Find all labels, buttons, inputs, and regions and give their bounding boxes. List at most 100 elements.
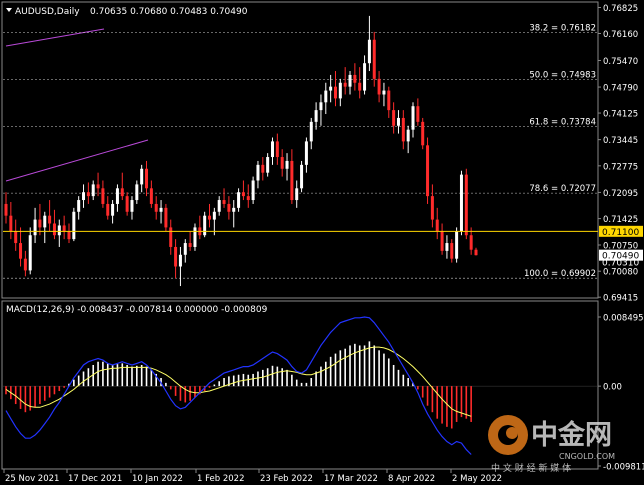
candle-body (72, 211, 76, 240)
watermark-slogan: 中 文 财 经 新 媒 体 (491, 462, 571, 474)
candle-body (241, 192, 245, 197)
chart-canvas[interactable]: AUDUSD,Daily 0.70635 0.70680 0.70483 0.7… (0, 0, 644, 485)
candle-body (363, 63, 367, 91)
candle-body (348, 74, 352, 87)
candle-body (387, 90, 391, 111)
candle-body (174, 246, 178, 267)
candle-body (372, 39, 376, 79)
candle-body (275, 141, 279, 158)
candle-body (309, 121, 313, 142)
candle-body (164, 207, 168, 228)
macd-label: MACD(12,26,9) -0.008437 -0.007814 0.0000… (6, 305, 268, 315)
price-tick-label: 0.72095 (603, 189, 638, 199)
candle-body (96, 184, 100, 189)
macd-signal-line (5, 346, 472, 417)
price-pane-frame (1, 1, 599, 299)
current-price-tag: 0.71100 (599, 225, 643, 238)
candle-body (285, 160, 289, 169)
date-tick-label: 2 May 2022 (452, 474, 502, 484)
date-tick-label: 23 Feb 2022 (260, 474, 313, 484)
fibonacci-levels[interactable]: 38.2 = 0.76182 50.0 = 0.74983 61.8 = 0.737… (3, 24, 598, 280)
price-tick-label: 0.76160 (603, 30, 638, 40)
candle-body (67, 231, 71, 240)
candle-body (125, 196, 129, 212)
candle-body (237, 192, 241, 208)
candle-body (440, 231, 444, 251)
date-tick-label: 8 Apr 2022 (388, 474, 435, 484)
date-tick-label: 17 Dec 2021 (68, 474, 122, 484)
candle-body (314, 110, 318, 122)
candle-body (62, 225, 66, 232)
candle-body (48, 215, 52, 224)
candle-body (38, 219, 42, 228)
fib-level-label: 100.0 = 0.69902 (524, 269, 596, 279)
collapse-triangle-icon[interactable] (6, 8, 12, 12)
candle-body (474, 249, 478, 256)
watermark-brand: 中金网 (531, 419, 612, 451)
candle-body (396, 117, 400, 126)
candle-body (135, 184, 139, 201)
fib-level-label: 61.8 = 0.73784 (529, 117, 596, 127)
candle-body (426, 145, 430, 197)
candle-body (300, 164, 304, 189)
date-tick-label: 17 Mar 2022 (324, 474, 378, 484)
candle-body (91, 184, 95, 197)
trend-line-lower[interactable] (5, 139, 149, 182)
candle-body (358, 82, 362, 91)
candle-body (222, 200, 226, 204)
fib-level-label: 50.0 = 0.74983 (529, 71, 596, 81)
date-tick-label: 10 Jan 2022 (132, 474, 183, 484)
candle-body (183, 243, 187, 255)
candle-body (455, 231, 459, 259)
candle-body (304, 141, 308, 165)
candle-body (4, 203, 8, 216)
price-tick-label: 0.70080 (603, 268, 638, 278)
candle-body (367, 39, 371, 64)
trend-line-upper[interactable] (5, 28, 105, 47)
candle-body (377, 78, 381, 95)
candle-body (140, 168, 144, 185)
candle-body (77, 200, 81, 212)
candle-body (86, 192, 90, 197)
candle-body (9, 215, 13, 232)
candle-body (324, 90, 328, 103)
candle-body (227, 203, 231, 212)
candle-body (52, 223, 56, 236)
candle-body (217, 200, 221, 212)
candle-body (290, 160, 294, 201)
candle-body (43, 215, 47, 228)
price-tick-label: 0.69415 (603, 294, 638, 304)
candle-body (382, 90, 386, 95)
candle-body (295, 188, 299, 201)
candle-body (261, 164, 265, 173)
candle-body (406, 129, 410, 142)
candle-body (188, 243, 192, 247)
candle-body (120, 188, 124, 197)
price-tick-label: 0.73445 (603, 136, 638, 146)
price-tick-label: 0.75470 (603, 57, 638, 67)
candle-body (28, 235, 32, 271)
candle-body (270, 141, 274, 158)
candle-body (19, 243, 23, 259)
candle-body (208, 215, 212, 220)
candle-body (203, 215, 207, 236)
candle-body (256, 164, 260, 181)
candle-body (14, 231, 18, 244)
candle-body (212, 211, 216, 220)
price-tick-label: 0.74125 (603, 110, 638, 120)
candle-body (251, 180, 255, 201)
candle-body (178, 254, 182, 267)
candle-body (343, 82, 347, 87)
candle-body (23, 258, 27, 271)
candlesticks (4, 15, 478, 287)
candle-body (450, 243, 454, 259)
candle-body (57, 225, 61, 236)
price-tick-label: 0.76825 (603, 4, 638, 14)
watermark: 中金网 CNGOLD.COM 中 文 财 经 新 媒 体 (488, 415, 615, 474)
candle-body (329, 86, 333, 91)
candle-body (193, 227, 197, 247)
candle-body (106, 203, 110, 216)
candle-body (33, 219, 37, 236)
price-tick-label: 0.71425 (603, 215, 638, 225)
price-label-partial: 0.70310 (602, 259, 639, 269)
